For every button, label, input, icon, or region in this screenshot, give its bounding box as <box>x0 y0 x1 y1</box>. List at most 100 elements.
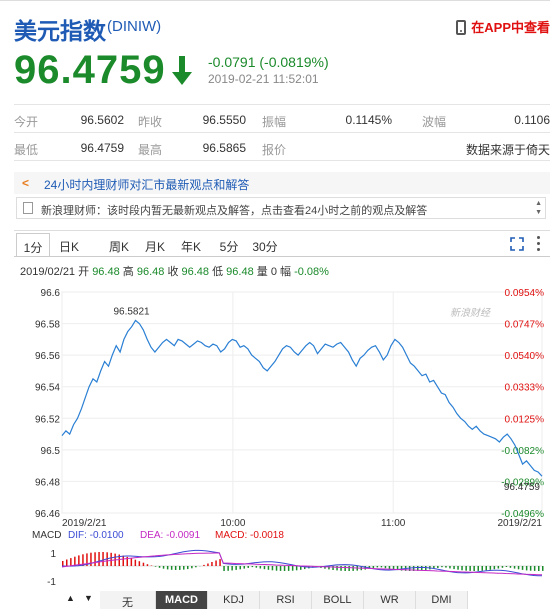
indicator-boll[interactable]: BOLL <box>312 591 364 609</box>
y-tick-label: 96.48 <box>35 477 60 488</box>
y-tick-label: 96.56 <box>35 351 60 362</box>
y-tick-label: 96.54 <box>35 383 60 394</box>
tab-monthly[interactable]: 月K <box>138 233 172 257</box>
fullscreen-icon[interactable] <box>510 237 524 251</box>
macd-bar <box>110 552 112 566</box>
high-value: 96.5865 <box>202 141 246 155</box>
tab-weekly[interactable]: 周K <box>102 233 136 257</box>
quote-label: 报价 <box>262 143 287 157</box>
symbol-code: (DINIW) <box>107 18 162 35</box>
scroll-up-icon[interactable]: ▲ <box>535 200 542 207</box>
news-title-label: 24小时内理财师对汇市最新观点和解答 <box>44 178 250 192</box>
macd-bar <box>287 566 290 571</box>
macd-bar <box>191 566 193 569</box>
macd-bar <box>380 566 383 568</box>
macd-bar <box>235 566 237 570</box>
macd-bar <box>166 566 169 570</box>
tab-daily[interactable]: 日K <box>52 233 86 257</box>
price-change: -0.0791 (-0.0819%) <box>208 54 329 70</box>
pct-tick-label: -0.0082% <box>501 446 544 457</box>
indicator-none[interactable]: 无 <box>100 591 156 609</box>
pct-tick-label: 0.0954% <box>505 288 545 299</box>
macd-bar <box>340 566 342 571</box>
watermark: 新浪财经 <box>450 307 491 319</box>
y-tick-label: 96.46 <box>35 509 60 520</box>
macd-bar <box>384 566 387 569</box>
macd-bar <box>66 559 68 566</box>
tab-30min[interactable]: 30分 <box>248 233 282 257</box>
macd-bar <box>154 566 157 567</box>
amplitude-label: 振幅 <box>262 115 287 129</box>
info-close-value: 96.48 <box>181 266 210 278</box>
macd-bar <box>231 566 233 571</box>
news-message-text: 新浪理财师：该时段内暂无最新观点及解答，点击查看24小时之前的观点及解答 <box>41 205 428 217</box>
macd-bar <box>243 566 245 569</box>
macd-bar <box>489 566 492 570</box>
bar-info-line: 2019/02/21 开 96.48 高 96.48 收 96.48 低 96.… <box>20 263 329 279</box>
macd-bar <box>179 566 181 570</box>
high-label: 最高 <box>138 143 163 157</box>
macd-bar <box>195 566 197 568</box>
indicator-rsi[interactable]: RSI <box>260 591 312 609</box>
macd-bar <box>259 566 262 569</box>
macd-bar <box>376 566 379 568</box>
y-tick-label: 96.58 <box>35 320 60 331</box>
macd-bar <box>98 552 100 566</box>
macd-bar <box>74 556 76 566</box>
y-tick-label: 96.6 <box>41 288 61 299</box>
macd-dif: DIF: -0.0100 <box>68 530 124 541</box>
macd-bar <box>255 566 258 568</box>
macd-bar <box>183 566 185 570</box>
macd-value: MACD: -0.0018 <box>215 530 284 541</box>
macd-bar <box>372 566 375 569</box>
macd-bar <box>227 566 229 571</box>
macd-bar <box>493 566 496 570</box>
indicator-macd[interactable]: MACD <box>156 591 208 609</box>
news-message[interactable]: 新浪理财师：该时段内暂无最新观点及解答，点击查看24小时之前的观点及解答 ▲ ▼ <box>16 197 546 219</box>
news-section-title[interactable]: < 24小时内理财师对汇市最新观点和解答 <box>14 172 550 194</box>
document-icon <box>23 202 33 214</box>
info-open-value: 96.48 <box>92 266 120 278</box>
macd-bar <box>150 565 153 566</box>
macd-bar <box>453 566 455 570</box>
tab-yearly[interactable]: 年K <box>174 233 208 257</box>
indicator-dmi[interactable]: DMI <box>416 591 468 609</box>
macd-bar <box>497 566 500 569</box>
open-label: 今开 <box>14 115 39 129</box>
macd-bar <box>170 566 173 570</box>
more-options-icon[interactable] <box>537 236 541 252</box>
macd-bar <box>207 563 209 566</box>
scroll-down-icon[interactable]: ▼ <box>535 209 542 216</box>
chevron-left-icon: < <box>22 176 30 190</box>
macd-bar <box>215 560 217 566</box>
tab-1min[interactable]: 1分 <box>16 233 50 257</box>
macd-y-top: 1 <box>50 549 56 560</box>
wave-label: 波幅 <box>422 115 447 129</box>
open-value: 96.5602 <box>80 113 124 127</box>
macd-bar <box>437 566 439 568</box>
macd-bar <box>271 566 274 571</box>
macd-bar <box>525 566 528 571</box>
macd-bar <box>203 564 205 566</box>
scroll-down-button[interactable]: ▼ <box>84 593 93 603</box>
phone-icon <box>456 20 467 35</box>
macd-bar <box>461 566 463 571</box>
info-volume-value: 0 <box>270 266 277 278</box>
price-line-chart[interactable]: 96.6 96.58 96.56 96.54 96.52 96.5 96.48 96.46 0.… <box>0 278 550 528</box>
macd-bar <box>521 566 524 570</box>
info-low-value: 96.48 <box>226 266 254 278</box>
macd-bar <box>352 566 354 571</box>
pct-tick-label: 0.0125% <box>505 414 545 425</box>
macd-bar <box>94 552 96 566</box>
high-annotation: 96.5821 <box>113 306 150 317</box>
indicator-wr[interactable]: WR <box>364 591 416 609</box>
info-high-value: 96.48 <box>136 266 165 278</box>
info-pct-label: 幅 <box>280 266 291 278</box>
top-border <box>0 0 550 8</box>
macd-bar <box>219 559 221 566</box>
info-pct-value: -0.08% <box>294 266 329 278</box>
open-in-app-link[interactable]: 在APP中查看 <box>456 17 550 36</box>
tab-5min[interactable]: 5分 <box>212 233 246 257</box>
indicator-kdj[interactable]: KDJ <box>208 591 260 609</box>
scroll-up-button[interactable]: ▲ <box>66 593 75 603</box>
